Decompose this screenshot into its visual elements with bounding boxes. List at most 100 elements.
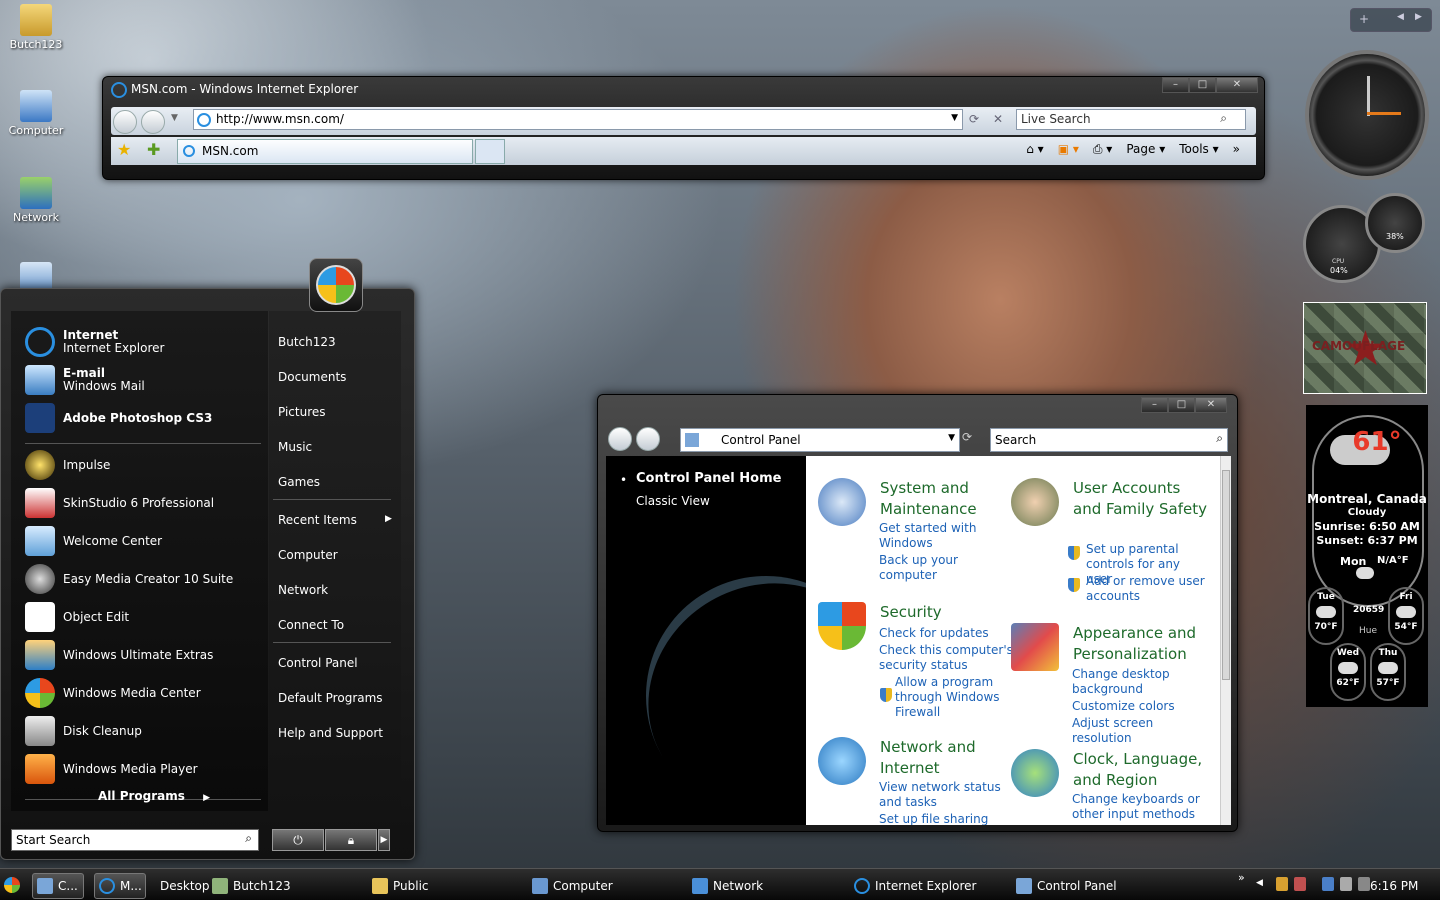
add-favorites-icon[interactable]: ✚ (147, 140, 160, 159)
ie-window[interactable]: MSN.com - Windows Internet Explorer – □ … (102, 76, 1265, 180)
print-icon[interactable]: ⎙ ▾ (1093, 142, 1112, 157)
start-item-recent[interactable]: Object Edit (25, 599, 129, 635)
category-title[interactable]: Security (880, 602, 1020, 623)
places-item[interactable]: Pictures (278, 405, 326, 419)
shutdown-options-button[interactable]: ▶ (378, 829, 390, 851)
category-link[interactable]: Allow a program through Windows Firewall (895, 675, 1005, 720)
start-item-recent[interactable]: Windows Media Center (25, 675, 201, 711)
taskbar-item-control-panel-min[interactable]: C... (32, 873, 84, 899)
tab-msn[interactable]: MSN.com (177, 139, 473, 164)
weather-gadget[interactable]: 61° Montreal, Canada Cloudy Sunrise: 6:5… (1306, 405, 1428, 707)
forward-button[interactable] (636, 427, 660, 451)
tray-expand-icon[interactable]: ◀ (1256, 878, 1263, 888)
start-item-recent[interactable]: Disk Cleanup (25, 713, 142, 749)
search-icon[interactable]: ⌕ (1216, 431, 1223, 446)
cp-home-link[interactable]: Control Panel Home (636, 471, 781, 486)
places-item[interactable]: Control Panel (278, 656, 358, 670)
tray-network-icon[interactable] (1322, 877, 1334, 891)
start-item-recent[interactable]: Welcome Center (25, 523, 162, 559)
lock-button[interactable]: 🔒︎ (325, 829, 377, 851)
places-item[interactable]: Music (278, 440, 312, 454)
places-item[interactable]: Games (278, 475, 320, 489)
category-link[interactable]: Add or remove user accounts (1086, 574, 1208, 604)
refresh-icon[interactable]: ⟳ (962, 430, 972, 444)
close-button[interactable]: ✕ (1195, 397, 1227, 413)
cp-address-field[interactable]: Control Panel ▼ (680, 428, 960, 452)
tray-app-icon[interactable] (1294, 877, 1306, 891)
taskbar-item-network[interactable]: Network (692, 873, 763, 899)
start-button-icon[interactable] (4, 877, 20, 893)
category-title[interactable]: System and Maintenance (880, 478, 1020, 520)
add-gadget-icon[interactable]: + (1359, 12, 1369, 26)
back-button[interactable] (608, 427, 632, 451)
tray-app-icon[interactable] (1358, 877, 1370, 891)
places-item[interactable]: Default Programs (278, 691, 383, 705)
category-link[interactable]: Adjust screen resolution (1072, 716, 1207, 746)
search-icon[interactable]: ⌕ (1220, 111, 1227, 126)
category-title[interactable]: Clock, Language, and Region (1073, 749, 1213, 791)
more-chevron-icon[interactable]: » (1233, 142, 1240, 157)
taskbar-item-msn-min[interactable]: M... (94, 873, 146, 899)
maximize-button[interactable]: □ (1168, 397, 1195, 413)
desktop-icon-butch123[interactable]: Butch123 (0, 4, 72, 51)
start-item-internet[interactable]: Internet Internet Explorer (25, 324, 164, 360)
live-search-input[interactable]: Live Search ⌕ (1016, 109, 1246, 130)
cpu-meter-gadget[interactable]: CPU 04% 38% (1303, 193, 1427, 283)
category-link[interactable]: Check this computer's security status (879, 643, 1014, 673)
cp-address-dropdown-icon[interactable]: ▼ (948, 433, 955, 443)
taskbar-item-control-panel[interactable]: Control Panel (1016, 873, 1117, 899)
start-item-recent[interactable]: Easy Media Creator 10 Suite (25, 561, 233, 597)
start-item-recent[interactable]: SkinStudio 6 Professional (25, 485, 214, 521)
category-link[interactable]: Change keyboards or other input methods (1072, 792, 1207, 822)
places-item[interactable]: Butch123 (278, 335, 336, 349)
close-button[interactable]: ✕ (1216, 77, 1258, 93)
refresh-icon[interactable]: ⟳ (969, 112, 979, 126)
overflow-chevron-icon[interactable]: » (1238, 871, 1245, 884)
maximize-button[interactable]: □ (1189, 77, 1216, 93)
category-link[interactable]: View network status and tasks (879, 780, 1014, 810)
category-title[interactable]: Network and Internet (880, 737, 1020, 779)
tray-app-icon[interactable] (1276, 877, 1288, 891)
favorites-star-icon[interactable]: ★ (117, 140, 131, 159)
url-dropdown-icon[interactable]: ▼ (951, 113, 958, 123)
start-item-recent[interactable]: Windows Media Player (25, 751, 198, 787)
places-item[interactable]: Computer (278, 548, 338, 562)
start-item-recent[interactable]: Windows Ultimate Extras (25, 637, 213, 673)
back-button[interactable] (113, 110, 137, 134)
taskbar-item-public[interactable]: Public (372, 873, 429, 899)
cp-search-input[interactable]: Search ⌕ (990, 428, 1228, 452)
category-title[interactable]: User Accounts and Family Safety (1073, 478, 1213, 520)
scrollbar-thumb[interactable] (1222, 470, 1230, 680)
all-programs-button[interactable]: All Programs ▶ (98, 789, 210, 803)
url-field[interactable]: http://www.msn.com/ ▼ (193, 109, 963, 130)
desktop-icon-computer[interactable]: Computer (0, 90, 72, 137)
category-link[interactable]: Change desktop background (1072, 667, 1207, 697)
minimize-button[interactable]: – (1162, 77, 1189, 93)
places-item[interactable]: Network (278, 583, 328, 597)
taskbar-item-computer[interactable]: Computer (532, 873, 613, 899)
camouflage-gadget[interactable]: ★ CAMOUFLAGE (1303, 302, 1427, 394)
start-orb-picture[interactable] (309, 258, 363, 312)
start-item-recent[interactable]: Impulse (25, 447, 110, 483)
home-icon[interactable]: ⌂ ▾ (1026, 142, 1043, 157)
new-tab-button[interactable] (475, 139, 505, 164)
taskbar-item-internet-explorer[interactable]: Internet Explorer (854, 873, 976, 899)
start-item-email[interactable]: E-mail Windows Mail (25, 362, 145, 398)
start-item-photoshop[interactable]: Adobe Photoshop CS3 (25, 400, 212, 436)
clock-time[interactable]: 6:16 PM (1370, 879, 1418, 893)
desktop-icon-network[interactable]: Network (0, 177, 72, 224)
category-link[interactable]: Customize colors (1072, 699, 1207, 714)
tools-menu[interactable]: Tools ▾ (1179, 142, 1218, 157)
volume-icon[interactable] (1340, 877, 1352, 891)
stop-icon[interactable]: ✕ (993, 112, 1003, 126)
taskbar-item-butch123[interactable]: Butch123 (212, 873, 291, 899)
power-button[interactable]: ⏻ (272, 829, 324, 851)
places-item[interactable]: Help and Support (278, 726, 383, 740)
category-link[interactable]: Back up your computer (879, 553, 1014, 583)
places-item[interactable]: Connect To (278, 618, 344, 632)
search-icon[interactable]: ⌕ (245, 831, 252, 846)
cp-scrollbar[interactable] (1220, 456, 1231, 825)
recent-pages-chevron-icon[interactable]: ▼ (171, 113, 178, 123)
category-link[interactable]: Get started with Windows (879, 521, 1014, 551)
forward-button[interactable] (141, 110, 165, 134)
